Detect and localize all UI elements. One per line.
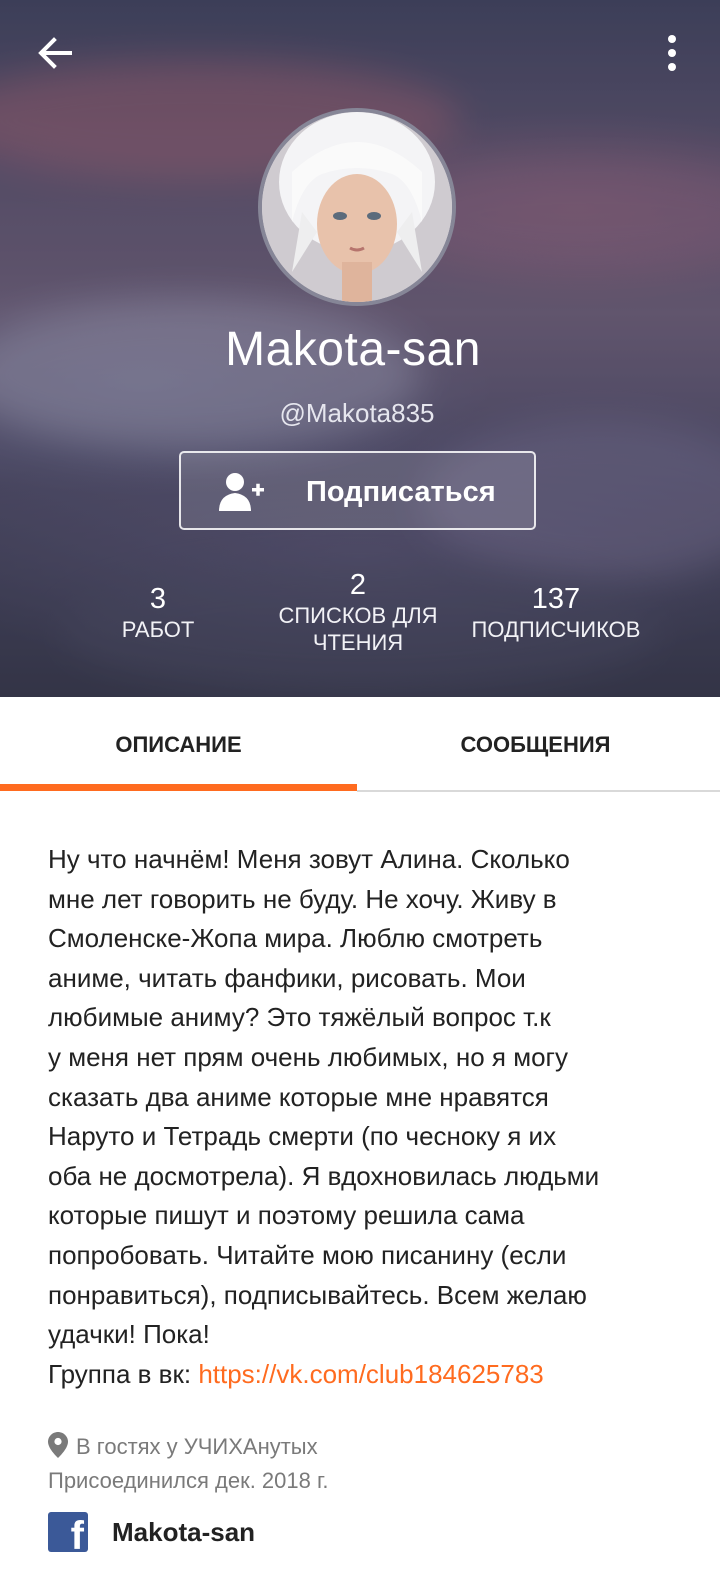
tab-divider xyxy=(357,790,720,792)
profile-handle: @Makota835 xyxy=(279,398,435,428)
description-line: попробовать. Читайте мою писанину (если xyxy=(48,1239,567,1270)
stat-followers-label: ПОДПИСЧИКОВ xyxy=(471,617,641,642)
tab-description[interactable]: ОПИСАНИЕ xyxy=(0,697,357,793)
description-line: удачки! Пока! xyxy=(48,1319,210,1350)
description-line: сказать два аниме которые мне нравятся xyxy=(48,1081,549,1112)
profile-tabs: ОПИСАНИЕ СООБЩЕНИЯ xyxy=(0,697,720,793)
joined-date: Присоединился дек. 2018 г. xyxy=(48,1468,329,1493)
tab-messages[interactable]: СООБЩЕНИЯ xyxy=(357,697,714,793)
avatar-portrait xyxy=(262,112,452,302)
facebook-glyph: f xyxy=(70,1514,84,1552)
more-options-button[interactable] xyxy=(660,32,684,74)
profile-meta: В гостях у УЧИХАнутых Присоединился дек.… xyxy=(48,1430,328,1498)
description-line: которые пишут и поэтому решила сама xyxy=(48,1200,525,1231)
description-line: мне лет говорить не буду. Не хочу. Живу … xyxy=(48,883,557,914)
stat-followers[interactable]: 137 ПОДПИСЧИКОВ xyxy=(456,582,656,643)
location-text: В гостях у УЧИХАнутых xyxy=(76,1434,318,1459)
description-line: Смоленске-Жопа мира. Люблю смотреть xyxy=(48,923,543,954)
stat-works-count: 3 xyxy=(149,583,167,615)
vk-group-link[interactable]: https://vk.com/club184625783 xyxy=(198,1359,543,1389)
description-line: Ну что начнём! Меня зовут Алина. Сколько xyxy=(48,844,570,874)
facebook-name: Makota-san xyxy=(112,1516,256,1547)
profile-display-name: Makota-san xyxy=(225,323,481,376)
vertical-dots-icon xyxy=(668,35,676,71)
profile-description: Ну что начнём! Меня зовут Алина. Сколько… xyxy=(48,840,668,1394)
follow-button-label: Подписаться xyxy=(306,476,496,508)
arrow-left-icon xyxy=(38,37,72,69)
description-line: Наруто и Тетрадь смерти (по чесноку я их xyxy=(48,1121,557,1152)
description-group-line: Группа в вк: https://vk.com/club18462578… xyxy=(48,1355,668,1395)
map-pin-icon xyxy=(48,1432,68,1458)
stat-reading-lists-label-line2: ЧТЕНИЯ xyxy=(312,630,404,655)
active-tab-indicator xyxy=(0,784,357,791)
stat-reading-lists[interactable]: 2 СПИСКОВ ДЛЯ ЧТЕНИЯ xyxy=(258,568,458,656)
facebook-link[interactable]: f Makota-san xyxy=(48,1511,255,1553)
back-button[interactable] xyxy=(34,32,76,74)
stat-reading-lists-label-line1: СПИСКОВ ДЛЯ xyxy=(278,603,438,628)
follow-button[interactable]: Подписаться xyxy=(179,451,536,530)
description-line: у меня нет прям очень любимых, но я могу xyxy=(48,1041,569,1072)
stat-reading-lists-count: 2 xyxy=(349,569,367,601)
stat-works-label: РАБОТ xyxy=(121,617,195,642)
stat-works[interactable]: 3 РАБОТ xyxy=(88,582,228,643)
add-user-icon xyxy=(219,473,264,511)
location-row: В гостях у УЧИХАнутых xyxy=(48,1430,328,1464)
description-line: любимые аниму? Это тяжёлый вопрос т.к xyxy=(48,1002,551,1033)
facebook-icon: f xyxy=(48,1512,88,1552)
description-line: понравиться), подписывайтесь. Всем желаю xyxy=(48,1279,587,1310)
description-line: оба не досмотрела). Я вдохновилась людьм… xyxy=(48,1160,600,1191)
description-line: аниме, читать фанфики, рисовать. Мои xyxy=(48,962,526,993)
stat-followers-count: 137 xyxy=(531,583,581,615)
avatar[interactable] xyxy=(258,108,456,306)
group-prefix: Группа в вк: xyxy=(48,1358,199,1389)
